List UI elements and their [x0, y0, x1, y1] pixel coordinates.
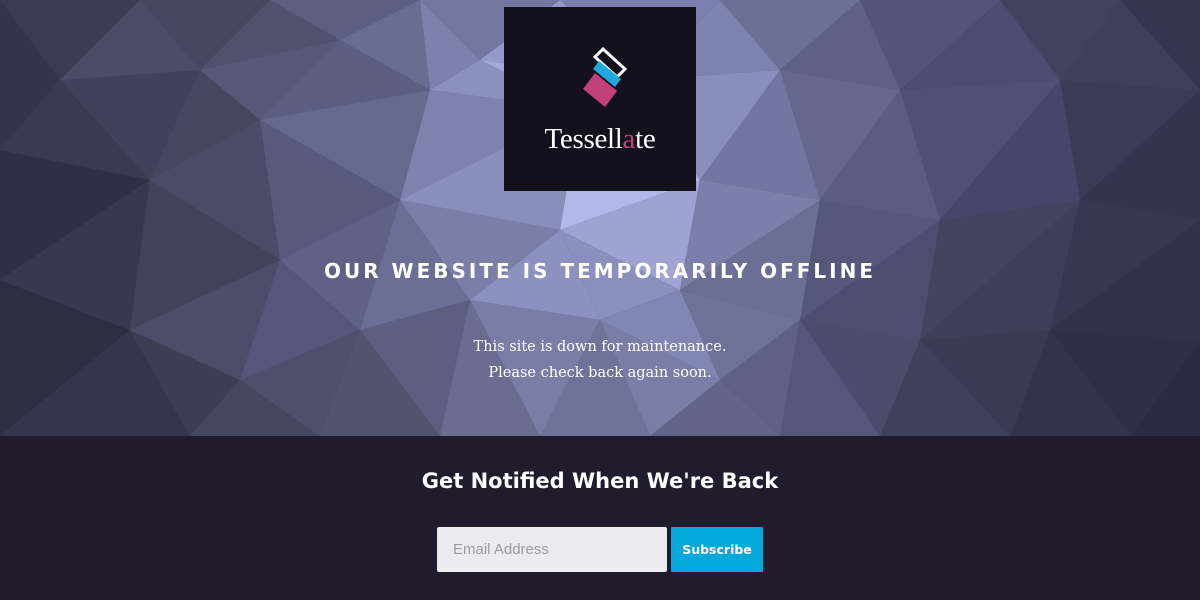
brand-logo[interactable]: Tessellate	[504, 7, 696, 191]
stacked-diamonds-logo-icon	[583, 47, 628, 107]
notify-section: Get Notified When We're Back Subscribe	[0, 436, 1200, 600]
offline-headline: OUR WEBSITE IS TEMPORARILY OFFLINE	[323, 259, 877, 283]
maintenance-message-line2: Please check back again soon.	[488, 365, 712, 381]
email-address-input[interactable]	[437, 527, 667, 572]
subscribe-button[interactable]: Subscribe	[671, 527, 763, 572]
hero-section: Tessellate OUR WEBSITE IS TEMPORARILY OF…	[0, 0, 1200, 436]
brand-wordmark: Tessellate	[544, 123, 656, 155]
notify-title: Get Notified When We're Back	[421, 469, 779, 493]
maintenance-message-line1: This site is down for maintenance.	[473, 339, 727, 355]
